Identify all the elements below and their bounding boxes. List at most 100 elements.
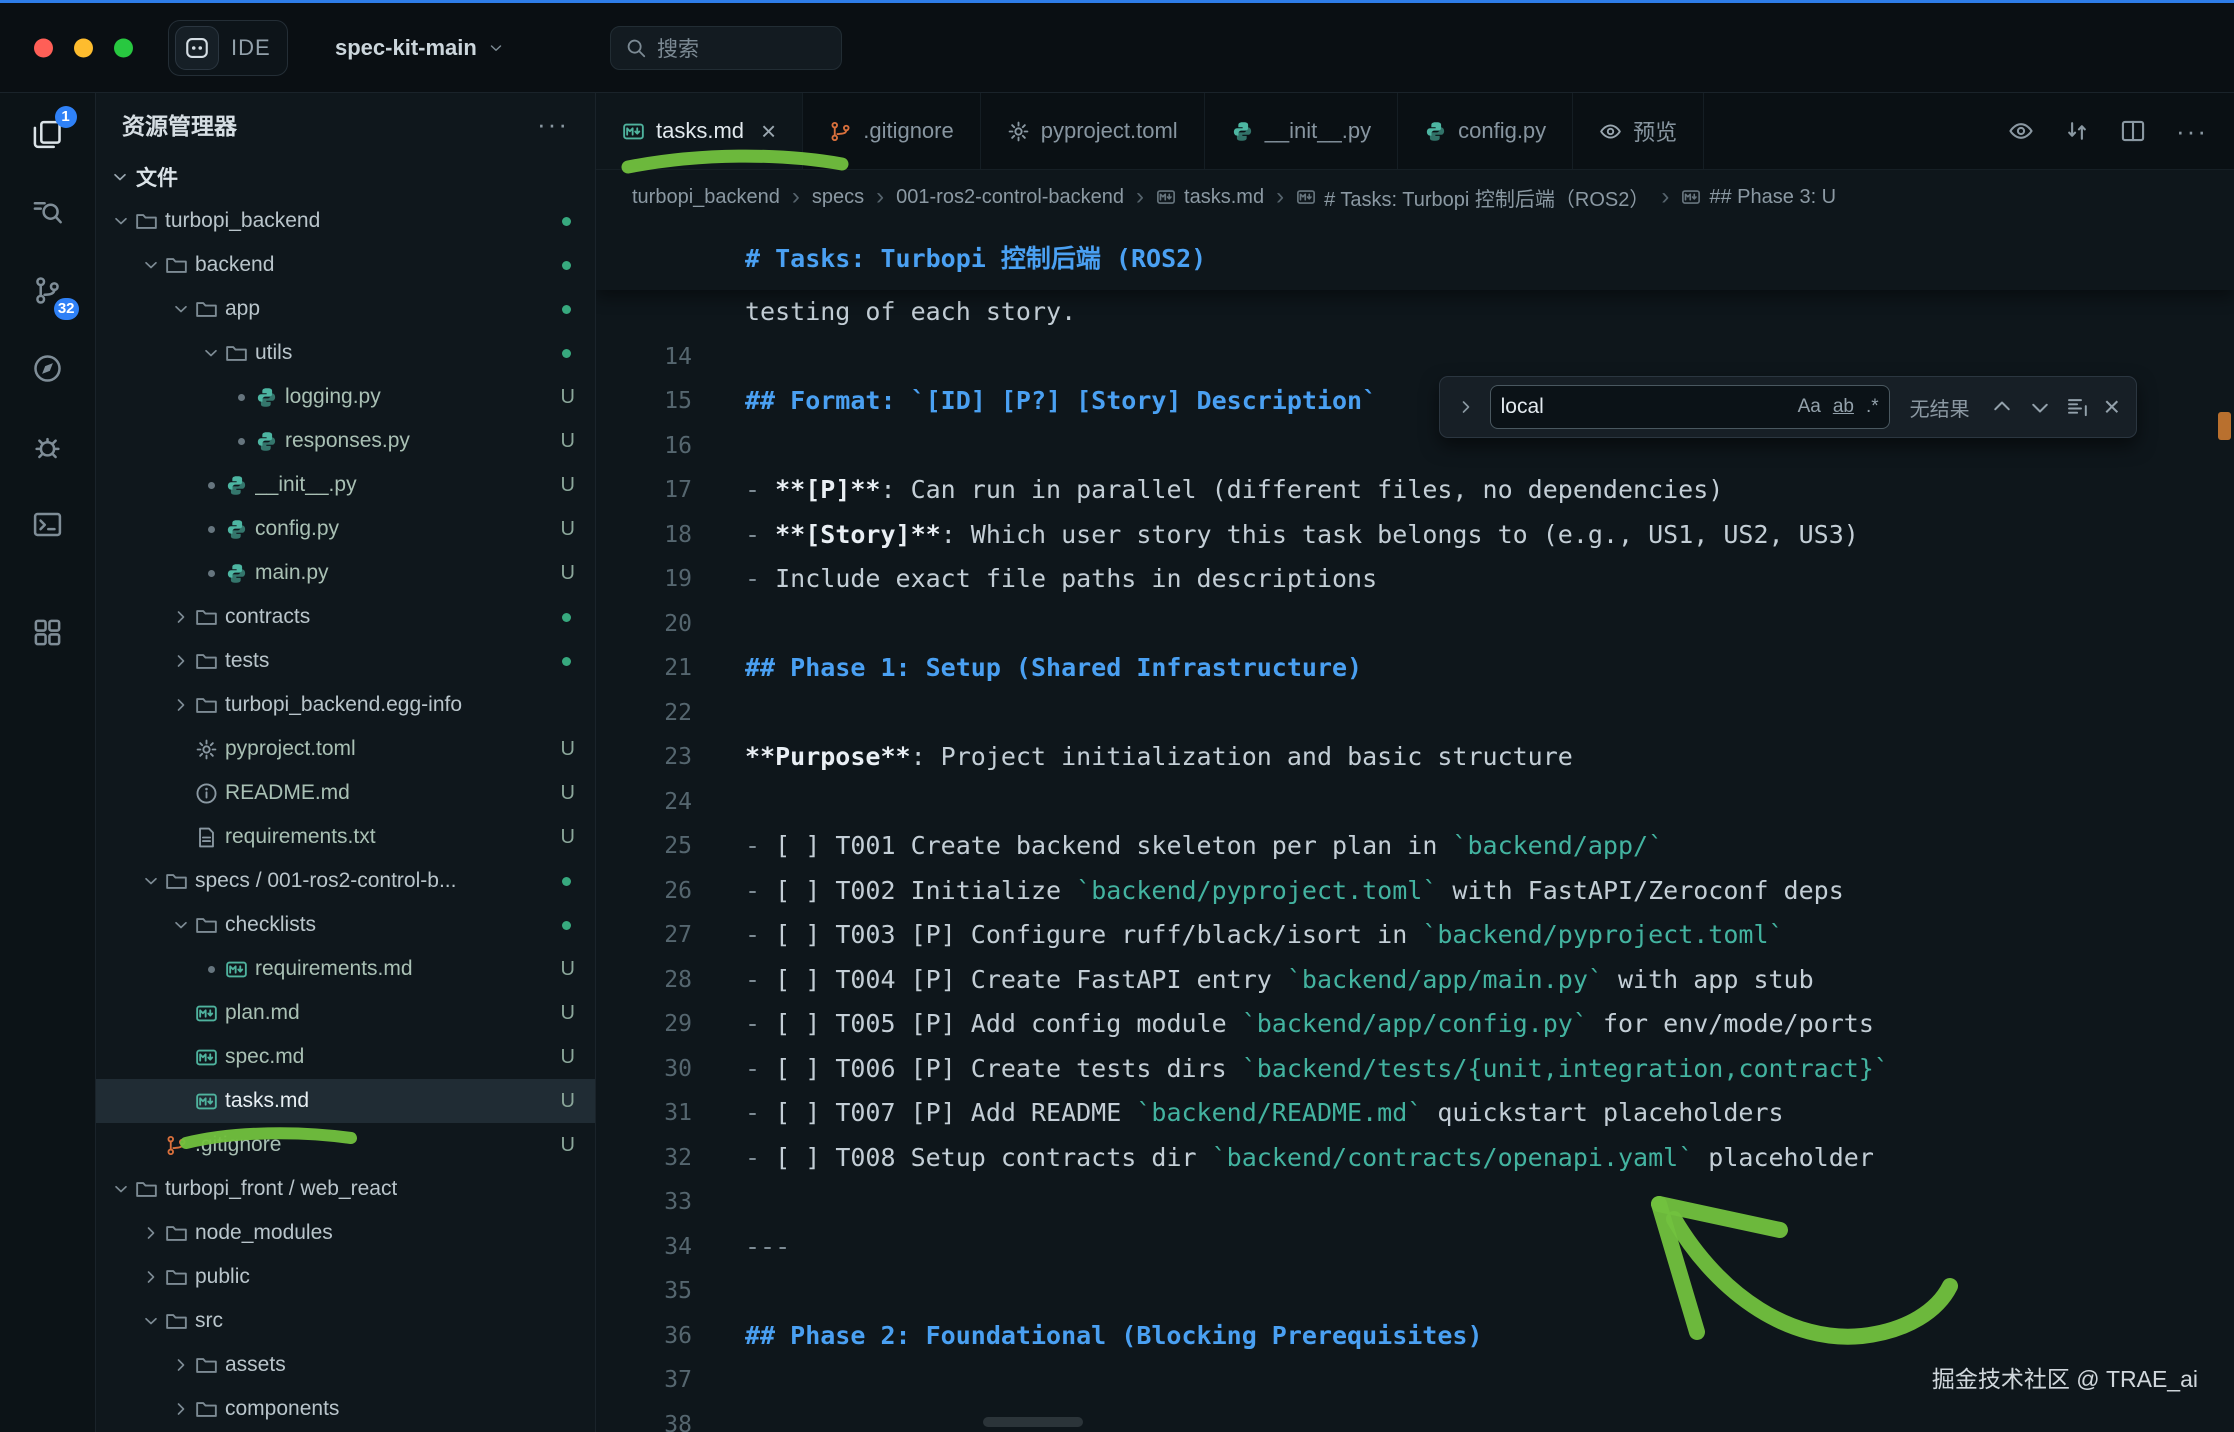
- minimize-window-button[interactable]: [74, 38, 93, 57]
- editor-line: 32- [ ] T008 Setup contracts dir `backen…: [596, 1136, 2234, 1181]
- tree-item-src[interactable]: src: [96, 1299, 595, 1343]
- tab-预览[interactable]: 预览: [1573, 93, 1704, 169]
- chevron-right-icon: [140, 1223, 162, 1243]
- tree-item-backend[interactable]: backend: [96, 243, 595, 287]
- tree-item-tasks.md[interactable]: tasks.mdU: [96, 1079, 595, 1123]
- tree-item-turbopi_backend[interactable]: turbopi_backend: [96, 199, 595, 243]
- tree-item-config.py[interactable]: config.pyU: [96, 507, 595, 551]
- breadcrumb-item[interactable]: 001-ros2-control-backend: [896, 186, 1124, 209]
- modified-indicator: [562, 217, 571, 226]
- find-close-button[interactable]: ×: [2104, 393, 2120, 421]
- breadcrumb-item[interactable]: ## Phase 3: U: [1681, 186, 1836, 209]
- explorer-title: 资源管理器: [122, 107, 237, 141]
- tree-item-node_modules[interactable]: node_modules: [96, 1211, 595, 1255]
- markdown-icon: [194, 1046, 218, 1069]
- activity-source-control-button[interactable]: 32: [21, 263, 75, 317]
- tree-item-.gitignore[interactable]: .gitignoreU: [96, 1123, 595, 1167]
- tree-item-spec.md[interactable]: spec.mdU: [96, 1035, 595, 1079]
- horizontal-scrollbar-thumb[interactable]: [983, 1417, 1083, 1427]
- chevron-right-icon: [170, 607, 192, 627]
- tab-pyproject.toml[interactable]: pyproject.toml: [981, 93, 1205, 169]
- find-input[interactable]: [1501, 395, 1786, 419]
- find-next-button[interactable]: [2028, 395, 2052, 419]
- tree-item-checklists[interactable]: checklists: [96, 903, 595, 947]
- tree-item-readme.md[interactable]: README.mdU: [96, 771, 595, 815]
- line-number: 21: [596, 646, 700, 691]
- tree-item-turbopi_backend.egg-info[interactable]: turbopi_backend.egg-info: [96, 683, 595, 727]
- preview-icon[interactable]: [2008, 118, 2034, 144]
- tab-bar: tasks.md× .gitignore pyproject.toml__init_…: [596, 93, 2234, 170]
- activity-debug-button[interactable]: [21, 419, 75, 473]
- editor-content[interactable]: # Tasks: Turbopi 控制后端 (ROS2) testing of …: [596, 224, 2234, 1432]
- folder-icon: [134, 1178, 158, 1201]
- split-editor-icon[interactable]: [2120, 118, 2146, 144]
- line-number: 20: [596, 602, 700, 647]
- line-text: - [ ] T004 [P] Create FastAPI entry `bac…: [745, 958, 1814, 1003]
- editor-area: tasks.md×.gitignorepyproject.toml__init_…: [596, 93, 2234, 1432]
- editor-line: 19- Include exact file paths in descript…: [596, 557, 2234, 602]
- tree-item-assets[interactable]: assets: [96, 1343, 595, 1387]
- line-text: - Include exact file paths in descriptio…: [745, 557, 1377, 602]
- tree-item-logging.py[interactable]: logging.pyU: [96, 375, 595, 419]
- git-icon: [829, 120, 852, 143]
- find-expand-toggle[interactable]: [1456, 397, 1476, 417]
- modified-dot: [230, 438, 252, 445]
- zoom-window-button[interactable]: [114, 38, 133, 57]
- tab-label: .gitignore: [863, 118, 954, 144]
- more-actions-button[interactable]: ···: [2176, 116, 2208, 147]
- activity-terminal-button[interactable]: [21, 497, 75, 551]
- git-compare-icon[interactable]: [2064, 118, 2090, 144]
- tab-__init__.py[interactable]: __init__.py: [1205, 93, 1398, 169]
- tree-item-app[interactable]: app: [96, 287, 595, 331]
- tree-item-requirements.md[interactable]: requirements.mdU: [96, 947, 595, 991]
- breadcrumb-label: 001-ros2-control-backend: [896, 186, 1124, 209]
- tree-item-responses.py[interactable]: responses.pyU: [96, 419, 595, 463]
- whole-word-toggle[interactable]: ab: [1833, 396, 1854, 418]
- regex-toggle[interactable]: .*: [1866, 396, 1879, 418]
- breadcrumb-item[interactable]: # Tasks: Turbopi 控制后端（ROS2）: [1296, 183, 1649, 212]
- find-prev-button[interactable]: [1990, 395, 2014, 419]
- untracked-badge: U: [561, 518, 575, 541]
- modified-dot: [200, 966, 222, 973]
- tab-config.py[interactable]: config.py: [1398, 93, 1573, 169]
- untracked-badge: U: [561, 826, 575, 849]
- tab-tasks.md[interactable]: tasks.md×: [596, 93, 803, 169]
- tree-item-pyproject.toml[interactable]: pyproject.tomlU: [96, 727, 595, 771]
- tree-item-plan.md[interactable]: plan.mdU: [96, 991, 595, 1035]
- search-icon: [625, 37, 647, 59]
- files-section-header[interactable]: 文件: [96, 155, 595, 199]
- tree-item-utils[interactable]: utils: [96, 331, 595, 375]
- activity-search-button[interactable]: [21, 185, 75, 239]
- chevron-down-icon: [140, 255, 162, 275]
- sidebar-more-button[interactable]: ···: [537, 109, 569, 140]
- modified-dot: [200, 526, 222, 533]
- breadcrumb-item[interactable]: tasks.md: [1156, 186, 1264, 209]
- markdown-icon: [1156, 187, 1176, 207]
- tree-item-__init__.py[interactable]: __init__.pyU: [96, 463, 595, 507]
- global-search-input[interactable]: 搜索: [610, 26, 842, 70]
- python-icon: [224, 518, 248, 541]
- tree-item-tests[interactable]: tests: [96, 639, 595, 683]
- tree-item-contracts[interactable]: contracts: [96, 595, 595, 639]
- line-number: 28: [596, 958, 700, 1003]
- tree-item-components[interactable]: components: [96, 1387, 595, 1431]
- tree-item-public[interactable]: public: [96, 1255, 595, 1299]
- tab-.gitignore[interactable]: .gitignore: [803, 93, 981, 169]
- activity-files-button[interactable]: 1: [21, 107, 75, 161]
- breadcrumb-item[interactable]: turbopi_backend: [632, 186, 780, 209]
- match-case-toggle[interactable]: Aa: [1798, 396, 1821, 418]
- breadcrumb-item[interactable]: specs: [812, 186, 864, 209]
- close-icon[interactable]: ×: [761, 118, 776, 144]
- tree-item-label: logging.py: [285, 385, 381, 409]
- activity-remote-button[interactable]: [21, 341, 75, 395]
- find-in-selection-button[interactable]: [2066, 395, 2090, 419]
- tree-item-turbopi_front-web_react[interactable]: turbopi_front / web_react: [96, 1167, 595, 1211]
- project-selector[interactable]: spec-kit-main: [335, 35, 505, 61]
- tree-item-requirements.txt[interactable]: requirements.txtU: [96, 815, 595, 859]
- folder-icon: [164, 254, 188, 277]
- tree-item-specs-001-ros2-control-b...[interactable]: specs / 001-ros2-control-b...: [96, 859, 595, 903]
- close-window-button[interactable]: [34, 38, 53, 57]
- activity-extensions-button[interactable]: [21, 605, 75, 659]
- breadcrumb-label: # Tasks: Turbopi 控制后端（ROS2）: [1324, 183, 1649, 212]
- tree-item-main.py[interactable]: main.pyU: [96, 551, 595, 595]
